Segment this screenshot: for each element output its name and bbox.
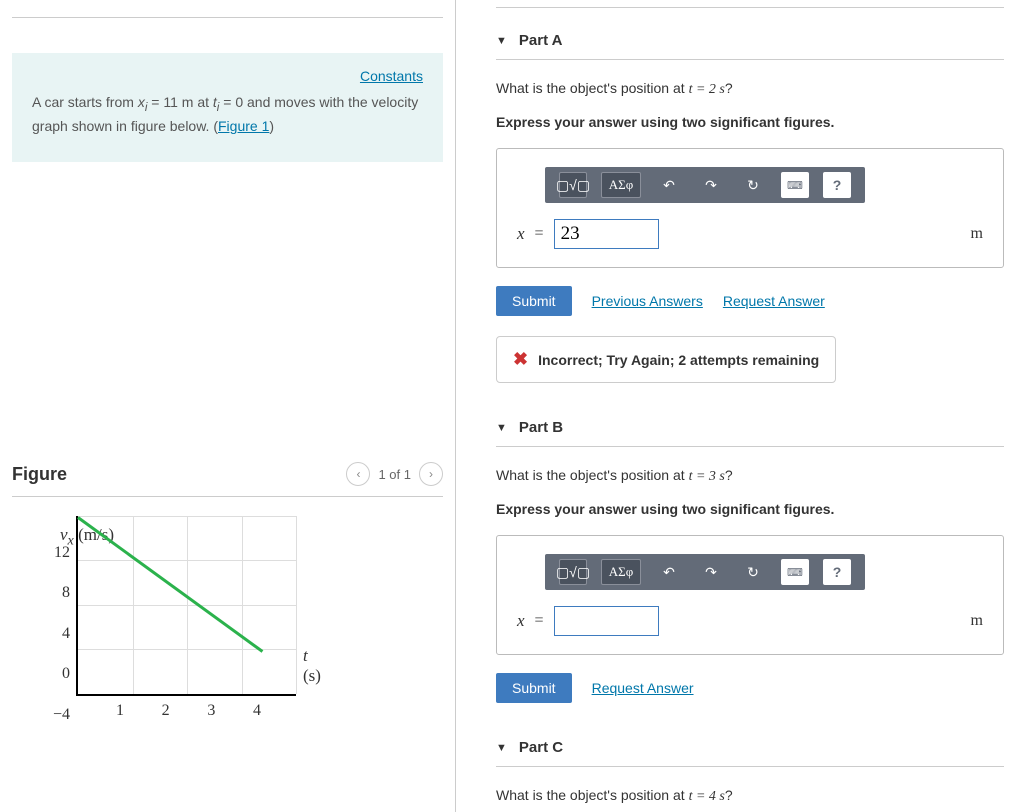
submit-button[interactable]: Submit	[496, 286, 572, 316]
redo-icon[interactable]: ↷	[697, 559, 725, 585]
help-icon[interactable]: ?	[823, 172, 851, 198]
template-tool-icon[interactable]: ▢√▢	[559, 172, 587, 198]
part-a: ▼ Part A What is the object's position a…	[496, 26, 1004, 383]
velocity-graph: vx (m/s) 12840−4	[42, 525, 342, 719]
question-text: What is the object's position at t = 4 s…	[496, 785, 1004, 807]
incorrect-icon: ✖	[513, 349, 528, 370]
part-b: ▼ Part B What is the object's position a…	[496, 413, 1004, 703]
constants-link[interactable]: Constants	[360, 68, 423, 84]
velocity-line	[77, 516, 263, 652]
answer-input[interactable]	[554, 606, 659, 636]
figure-next-button[interactable]: ›	[419, 462, 443, 486]
answer-box: ▢√▢ ΑΣφ ↶ ↷ ↻ ⌨ ? x = m	[496, 535, 1004, 655]
reset-icon[interactable]: ↻	[739, 172, 767, 198]
previous-answers-link[interactable]: Previous Answers	[592, 293, 703, 309]
request-answer-link[interactable]: Request Answer	[592, 680, 694, 696]
redo-icon[interactable]: ↷	[697, 172, 725, 198]
question-text: What is the object's position at t = 3 s…	[496, 465, 1004, 487]
collapse-icon[interactable]: ▼	[496, 422, 507, 434]
part-title: Part B	[519, 419, 563, 436]
part-title: Part C	[519, 739, 563, 756]
template-tool-icon[interactable]: ▢√▢	[559, 559, 587, 585]
question-text: What is the object's position at t = 2 s…	[496, 78, 1004, 100]
answer-instructions: Express your answer using two significan…	[496, 501, 1004, 517]
undo-icon[interactable]: ↶	[655, 172, 683, 198]
answer-unit: m	[971, 612, 983, 630]
figure-prev-button[interactable]: ‹	[346, 462, 370, 486]
figure-title: Figure	[12, 464, 67, 485]
answer-input[interactable]	[554, 219, 659, 249]
answer-variable: x	[517, 224, 525, 244]
keyboard-icon[interactable]: ⌨	[781, 172, 809, 198]
greek-tool-icon[interactable]: ΑΣφ	[601, 172, 641, 198]
collapse-icon[interactable]: ▼	[496, 35, 507, 47]
submit-button[interactable]: Submit	[496, 673, 572, 703]
answer-variable: x	[517, 611, 525, 631]
answer-instructions: Express your answer using two significan…	[496, 114, 1004, 130]
problem-statement: Constants A car starts from xi = 11 m at…	[12, 53, 443, 162]
answer-box: ▢√▢ ΑΣφ ↶ ↷ ↻ ⌨ ? x = m	[496, 148, 1004, 268]
feedback-message: ✖ Incorrect; Try Again; 2 attempts remai…	[496, 336, 836, 383]
undo-icon[interactable]: ↶	[655, 559, 683, 585]
formula-toolbar: ▢√▢ ΑΣφ ↶ ↷ ↻ ⌨ ?	[545, 167, 865, 203]
reset-icon[interactable]: ↻	[739, 559, 767, 585]
formula-toolbar: ▢√▢ ΑΣφ ↶ ↷ ↻ ⌨ ?	[545, 554, 865, 590]
plot-area: t (s)	[76, 516, 296, 696]
greek-tool-icon[interactable]: ΑΣφ	[601, 559, 641, 585]
help-icon[interactable]: ?	[823, 559, 851, 585]
collapse-icon[interactable]: ▼	[496, 742, 507, 754]
problem-text: A car starts from xi = 11 m at ti = 0 an…	[32, 92, 423, 137]
part-title: Part A	[519, 32, 563, 49]
part-c: ▼ Part C What is the object's position a…	[496, 733, 1004, 807]
request-answer-link[interactable]: Request Answer	[723, 293, 825, 309]
keyboard-icon[interactable]: ⌨	[781, 559, 809, 585]
figure-pager-text: 1 of 1	[378, 467, 411, 482]
answer-unit: m	[971, 225, 983, 243]
